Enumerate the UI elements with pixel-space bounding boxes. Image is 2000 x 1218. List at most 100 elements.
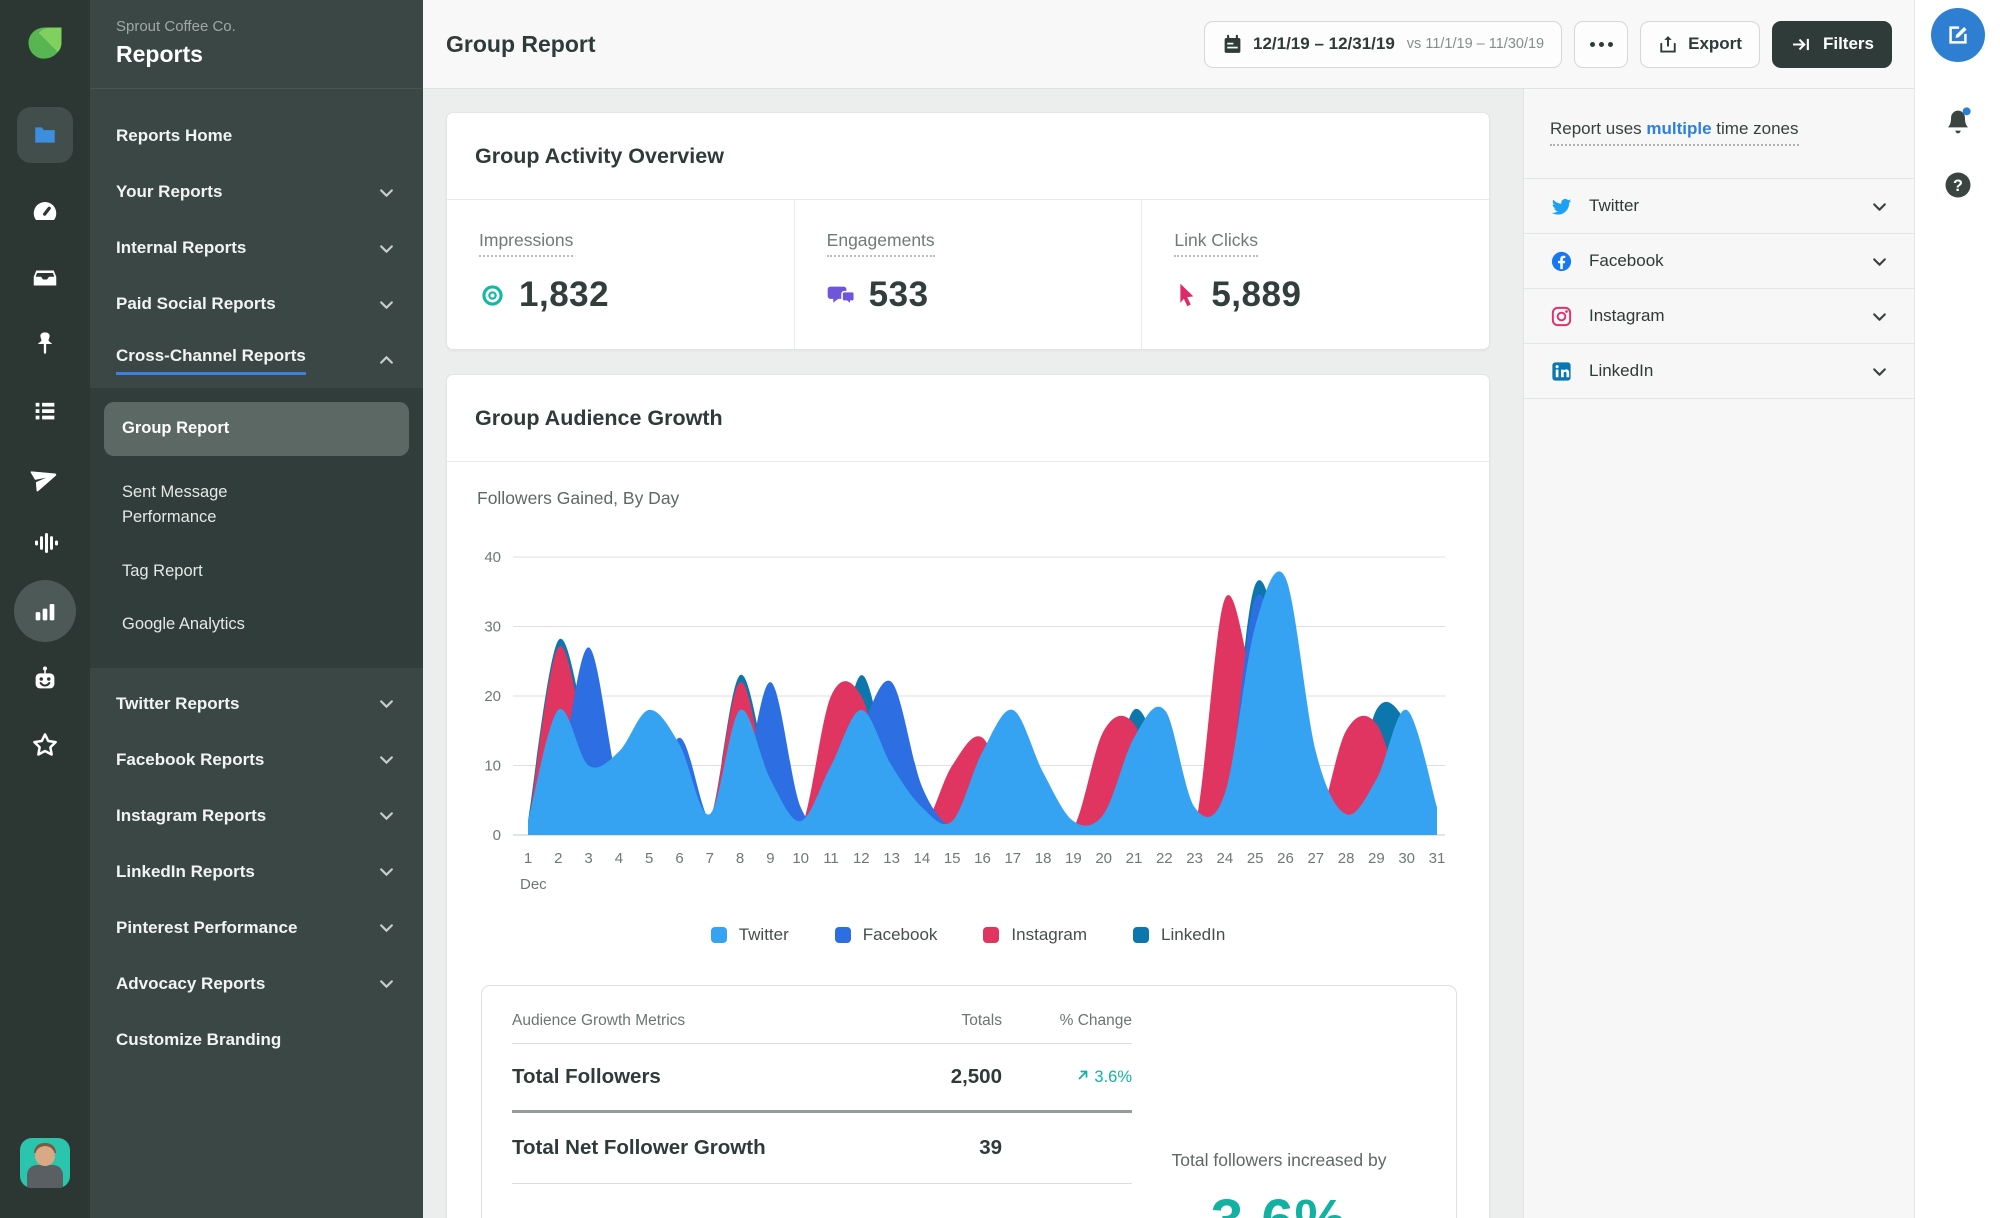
sidebar-item-customize-branding[interactable]: Customize Branding [90,1012,423,1068]
timezone-multiple-link[interactable]: multiple [1646,119,1711,138]
export-button[interactable]: Export [1640,20,1760,68]
chart-legend: Twitter Facebook Instagram LinkedIn [477,925,1459,945]
svg-text:24: 24 [1217,850,1234,867]
reports-bar-chart-rail-button[interactable] [0,580,90,642]
svg-text:20: 20 [484,688,501,705]
bot-icon[interactable] [0,653,90,705]
svg-text:21: 21 [1126,850,1143,867]
sidebar-item-twitter-reports[interactable]: Twitter Reports [90,676,423,732]
svg-text:30: 30 [484,619,501,636]
pinned-icon[interactable] [0,318,90,370]
metric-label-engagements[interactable]: Engagements [826,230,935,257]
compose-icon [1949,26,1967,44]
submenu-item-tag-report[interactable]: Tag Report [90,545,423,599]
compare-range-value: vs 11/1/19 – 11/30/19 [1406,36,1545,52]
group-audience-growth-card: Group Audience Growth Followers Gained, … [446,374,1490,1218]
reports-folder-rail-button[interactable] [0,107,90,163]
sidebar-item-paid-social-reports[interactable]: Paid Social Reports [90,276,423,332]
linkedin-swatch [1133,927,1150,943]
report-filters-panel: Report uses multiple time zones Twitter … [1523,89,1914,1218]
metric-engagements: Engagements 533 [793,200,1142,349]
facebook-swatch [834,927,851,943]
overview-title: Group Activity Overview [475,143,724,168]
user-avatar[interactable] [0,1136,90,1190]
svg-text:19: 19 [1065,850,1082,867]
help-button[interactable]: ? [1915,170,2000,200]
overview-card-header: Group Activity Overview [447,113,1489,200]
svg-text:5: 5 [645,850,653,867]
legend-item-twitter[interactable]: Twitter [710,925,789,945]
dashboard-gauge-icon[interactable] [0,186,90,238]
date-range-button[interactable]: 12/1/19 – 12/31/19 vs 11/1/19 – 11/30/19 [1204,20,1563,68]
growth-summary: Total followers increased by 3.6% [1132,1150,1426,1218]
tasks-list-icon[interactable] [0,385,90,437]
svg-text:7: 7 [706,850,714,867]
listening-waveform-icon[interactable] [0,517,90,569]
sidebar-item-pinterest-performance[interactable]: Pinterest Performance [90,900,423,956]
submenu-item-sent-message-performance[interactable]: Sent Message Performance [90,466,305,545]
svg-text:10: 10 [484,758,501,775]
metric-label-impressions[interactable]: Impressions [479,230,574,257]
svg-text:12: 12 [853,850,870,867]
sidebar-item-instagram-reports[interactable]: Instagram Reports [90,788,423,844]
chevron-down-icon [380,244,393,253]
table-row-total-followers: Total Followers 2,500 3.6% [512,1044,1132,1113]
svg-text:25: 25 [1247,850,1264,867]
inbox-icon[interactable] [0,252,90,304]
publishing-send-icon[interactable] [0,452,90,504]
followers-gained-area-chart[interactable]: 0102030401 2 3 4 5 6 7 8 9 10 11 12 13 14 15 16 17 18 19 20… [477,521,1461,903]
primary-icon-rail [0,0,90,1218]
submenu-item-group-report[interactable]: Group Report [104,402,409,456]
ellipsis-icon [1589,41,1595,47]
chevron-down-icon [380,980,393,989]
svg-text:29: 29 [1368,850,1385,867]
notification-dot [1962,107,1971,116]
trend-up-arrow-icon [1078,1070,1088,1079]
table-header-change: % Change [1059,1012,1132,1029]
legend-item-instagram[interactable]: Instagram [983,925,1087,945]
platform-row-instagram[interactable]: Instagram [1524,289,1914,344]
legend-item-linkedin[interactable]: LinkedIn [1133,925,1225,945]
chevron-down-icon [380,924,393,933]
export-share-icon [1660,36,1676,53]
chevron-down-icon [1873,312,1886,321]
svg-text:10: 10 [792,850,809,867]
sidebar-item-advocacy-reports[interactable]: Advocacy Reports [90,956,423,1012]
chevron-up-icon [380,355,393,364]
sidebar-item-facebook-reports[interactable]: Facebook Reports [90,732,423,788]
audience-growth-metrics-panel: Audience Growth Metrics Totals % Change … [481,985,1457,1218]
cross-channel-submenu: Group Report Sent Message Performance Ta… [90,388,423,668]
platform-row-linkedin[interactable]: LinkedIn [1524,344,1914,399]
svg-text:?: ? [1953,177,1963,195]
svg-text:6: 6 [675,850,683,867]
chart-subtitle: Followers Gained, By Day [477,488,680,508]
svg-text:Dec: Dec [520,876,547,893]
filters-button[interactable]: Filters [1771,20,1892,68]
compose-button[interactable] [1931,8,1985,62]
platform-row-twitter[interactable]: Twitter [1524,179,1914,234]
active-rail-highlight [17,107,73,163]
sidebar-item-reports-home[interactable]: Reports Home [90,108,423,164]
reviews-star-icon[interactable] [0,719,90,771]
metric-label-link-clicks[interactable]: Link Clicks [1174,230,1258,257]
sidebar-item-your-reports[interactable]: Your Reports [90,164,423,220]
legend-item-facebook[interactable]: Facebook [834,925,937,945]
calendar-icon [1224,34,1241,53]
svg-text:0: 0 [493,827,501,844]
sidebar-item-linkedin-reports[interactable]: LinkedIn Reports [90,844,423,900]
growth-title: Group Audience Growth [475,405,723,430]
more-options-button[interactable] [1574,20,1629,68]
table-row-total-net-follower-growth: Total Net Follower Growth 39 [512,1113,1132,1184]
platform-row-facebook[interactable]: Facebook [1524,234,1914,289]
svg-text:26: 26 [1277,850,1294,867]
chevron-down-icon [380,868,393,877]
comments-icon [827,286,855,306]
submenu-item-google-analytics[interactable]: Google Analytics [90,598,423,652]
svg-text:4: 4 [615,850,623,867]
sidebar-item-internal-reports[interactable]: Internal Reports [90,220,423,276]
svg-text:14: 14 [914,850,931,867]
notifications-bell-button[interactable] [1915,104,2000,136]
sidebar-item-cross-channel-reports[interactable]: Cross-Channel Reports [90,332,423,388]
sprout-logo-icon[interactable] [0,18,90,70]
change-badge: 3.6% [1002,1068,1132,1087]
